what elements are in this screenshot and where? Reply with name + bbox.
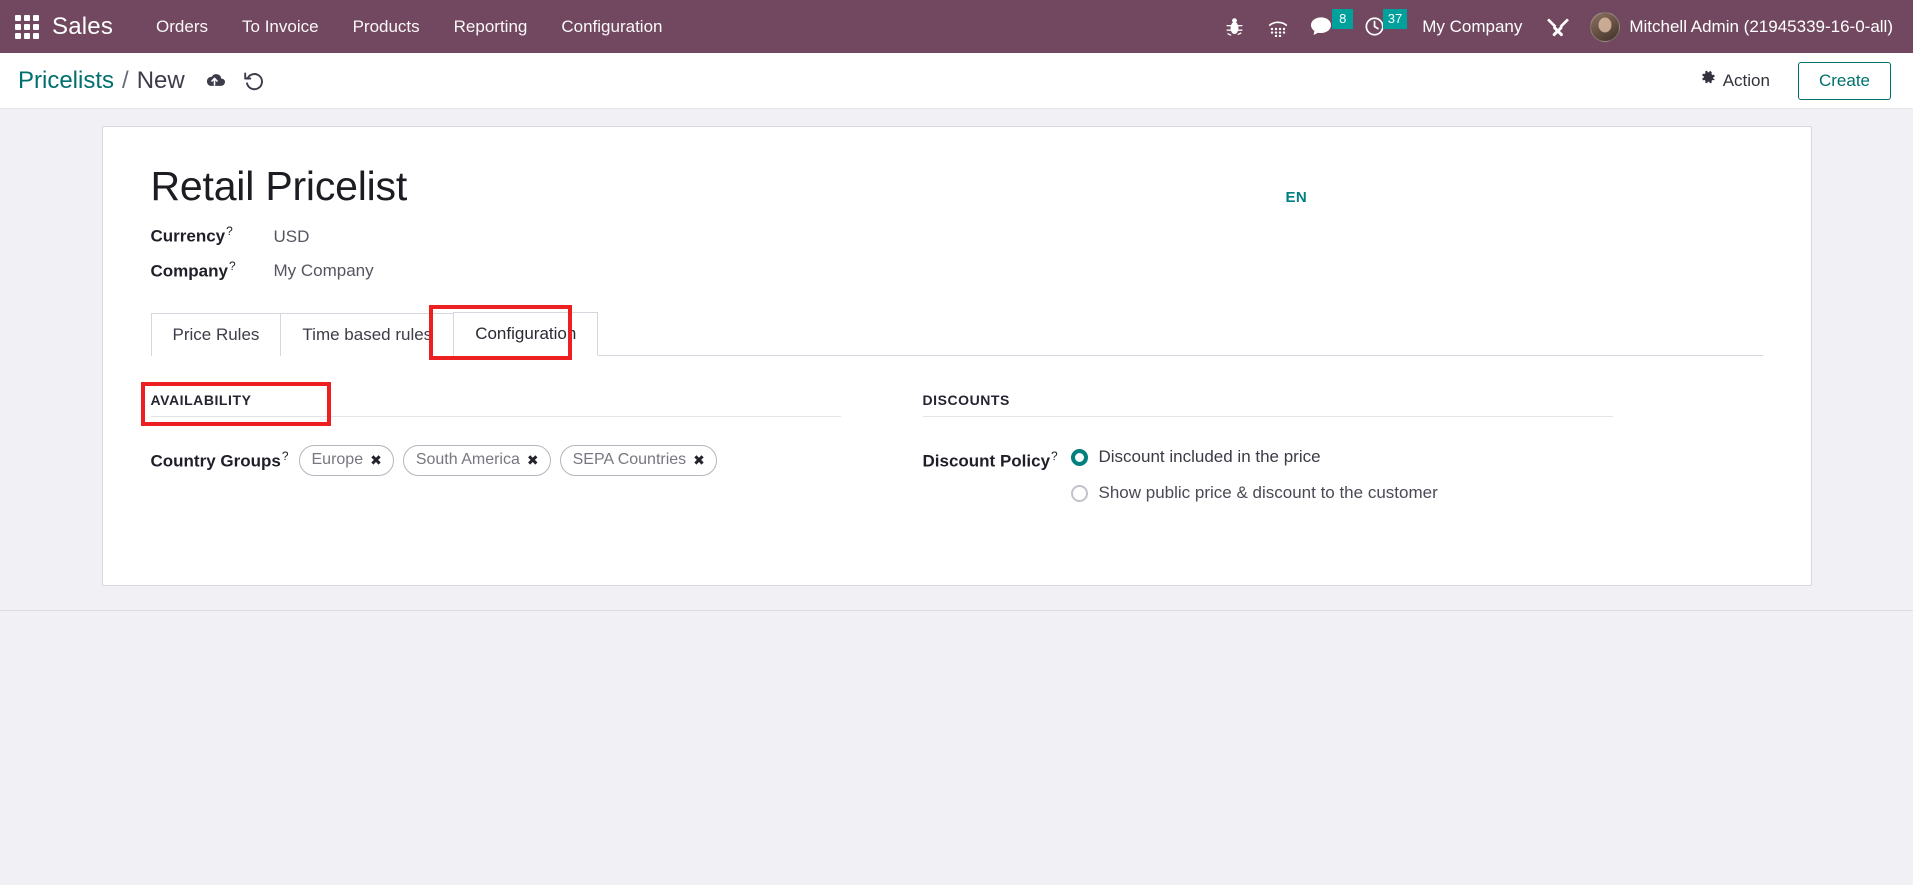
- tab-configuration[interactable]: Configuration: [453, 312, 599, 357]
- control-panel: Pricelists / New Action Create: [0, 53, 1913, 109]
- tools-wrench-icon[interactable]: [1536, 7, 1580, 47]
- remove-tag-icon[interactable]: ✖: [527, 453, 539, 467]
- discounts-title-wrap: DISCOUNTS: [922, 392, 1613, 418]
- breadcrumb-current-new: New: [136, 66, 185, 94]
- action-button-label: Action: [1722, 70, 1770, 90]
- radio-label: Discount included in the price: [1098, 447, 1321, 467]
- breadcrumb: Pricelists / New: [18, 67, 185, 95]
- menu-to-invoice[interactable]: To Invoice: [225, 9, 336, 45]
- availability-title-wrap: AVAILABILITY: [140, 382, 841, 427]
- messages-count-badge: 8: [1332, 8, 1354, 29]
- gear-icon: [1700, 70, 1716, 91]
- country-groups-label: Country Groups?: [151, 445, 299, 472]
- tag-label: South America: [415, 451, 520, 469]
- discounts-group-title: DISCOUNTS: [922, 392, 1613, 418]
- dialpad-icon[interactable]: [1256, 7, 1300, 47]
- tag-sepa-countries[interactable]: SEPA Countries ✖: [559, 445, 717, 477]
- apps-grid-icon[interactable]: [14, 14, 40, 40]
- menu-orders[interactable]: Orders: [139, 9, 225, 45]
- discount-policy-row: Discount Policy? Discount included in th…: [923, 445, 1613, 503]
- page-title[interactable]: Retail Pricelist: [151, 163, 1763, 210]
- remove-tag-icon[interactable]: ✖: [370, 453, 382, 467]
- discount-policy-radio-group: Discount included in the price Show publ…: [1070, 445, 1438, 503]
- breadcrumb-separator: /: [122, 66, 129, 94]
- tag-south-america[interactable]: South America ✖: [402, 445, 551, 477]
- top-navbar: Sales Orders To Invoice Products Reporti…: [0, 0, 1913, 53]
- page-body: Retail Pricelist EN Currency? USD Compan…: [0, 109, 1913, 885]
- user-name-label: Mitchell Admin (21945339-16-0-all): [1629, 16, 1893, 36]
- remove-tag-icon[interactable]: ✖: [693, 453, 705, 467]
- user-menu[interactable]: Mitchell Admin (21945339-16-0-all): [1580, 8, 1899, 46]
- radio-checked-icon[interactable]: [1070, 448, 1088, 466]
- form-sheet: Retail Pricelist EN Currency? USD Compan…: [101, 126, 1812, 587]
- discount-policy-label: Discount Policy?: [923, 445, 1071, 472]
- notebook-tabs: Price Rules Time based rules Configurati…: [150, 305, 1763, 361]
- radio-label: Show public price & discount to the cust…: [1098, 483, 1438, 503]
- menu-reporting[interactable]: Reporting: [437, 9, 545, 45]
- discount-policy-help-icon[interactable]: ?: [1051, 449, 1058, 463]
- discounts-group: DISCOUNTS Discount Policy? Discount incl…: [922, 392, 1613, 503]
- company-label: Company?: [151, 259, 274, 282]
- tag-europe[interactable]: Europe ✖: [298, 445, 394, 477]
- menu-configuration[interactable]: Configuration: [544, 9, 679, 45]
- activities-count-badge: 37: [1382, 8, 1408, 29]
- app-brand-sales[interactable]: Sales: [52, 13, 113, 41]
- menu-products[interactable]: Products: [336, 9, 437, 45]
- form-title-row: Retail Pricelist EN: [151, 163, 1763, 210]
- navbar-systray: 8 37 My Company Mitchell Admin (21945339…: [1212, 7, 1899, 47]
- tag-label: Europe: [311, 451, 364, 469]
- configuration-tab-pane: AVAILABILITY Country Groups? Europe ✖ So…: [140, 356, 1763, 551]
- tab-time-based-rules[interactable]: Time based rules: [280, 313, 455, 357]
- field-row-currency: Currency? USD: [151, 224, 1763, 247]
- currency-label: Currency?: [151, 224, 274, 247]
- radio-unchecked-icon[interactable]: [1070, 484, 1088, 502]
- tag-label: SEPA Countries: [572, 451, 687, 469]
- notebook: Price Rules Time based rules Configurati…: [140, 305, 1763, 551]
- avatar: [1590, 11, 1621, 42]
- page-bottom-divider: [0, 610, 1913, 612]
- radio-discount-included[interactable]: Discount included in the price: [1070, 447, 1438, 467]
- radio-show-public-price[interactable]: Show public price & discount to the cust…: [1070, 483, 1438, 503]
- company-value[interactable]: My Company: [274, 261, 374, 281]
- language-badge-en[interactable]: EN: [1286, 189, 1308, 206]
- undo-discard-icon[interactable]: [243, 71, 265, 91]
- discount-policy-label-text: Discount Policy: [922, 452, 1051, 472]
- availability-group-title: AVAILABILITY: [150, 392, 841, 418]
- company-label-text: Company: [150, 261, 228, 281]
- country-groups-row: Country Groups? Europe ✖ South America ✖: [151, 445, 841, 477]
- availability-group: AVAILABILITY Country Groups? Europe ✖ So…: [140, 382, 841, 503]
- cloud-upload-save-icon[interactable]: [203, 72, 226, 89]
- currency-label-text: Currency: [150, 226, 226, 246]
- country-groups-tag-list[interactable]: Europe ✖ South America ✖ SEPA Countries …: [298, 445, 717, 477]
- currency-value[interactable]: USD: [274, 227, 310, 247]
- messages-icon[interactable]: 8: [1300, 7, 1354, 47]
- tab-price-rules[interactable]: Price Rules: [150, 313, 282, 357]
- activities-clock-icon[interactable]: 37: [1354, 7, 1408, 47]
- currency-help-icon[interactable]: ?: [226, 224, 233, 238]
- breadcrumb-pricelists[interactable]: Pricelists: [18, 67, 114, 95]
- company-help-icon[interactable]: ?: [229, 259, 236, 273]
- field-row-company: Company? My Company: [151, 259, 1763, 282]
- country-groups-label-text: Country Groups: [150, 452, 281, 472]
- country-groups-help-icon[interactable]: ?: [282, 449, 289, 463]
- action-button[interactable]: Action: [1690, 64, 1780, 97]
- company-switcher[interactable]: My Company: [1408, 9, 1536, 45]
- bug-icon[interactable]: [1212, 7, 1256, 47]
- create-button[interactable]: Create: [1797, 61, 1891, 100]
